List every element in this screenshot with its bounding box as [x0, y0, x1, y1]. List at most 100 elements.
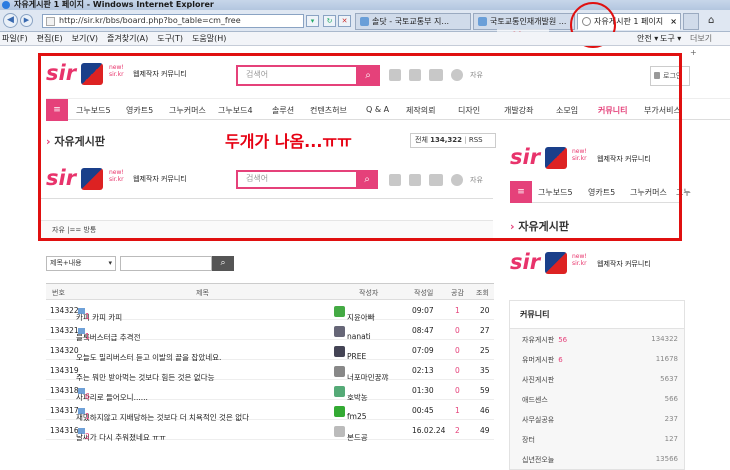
- row-title[interactable]: 날씨가 다시 추워졌네요 ㅠㅠ 2: [76, 426, 166, 442]
- col-date: 작성일: [414, 289, 434, 297]
- row-date: 02:13: [412, 366, 434, 375]
- sidebar-item-label[interactable]: 애드센스: [522, 395, 548, 405]
- menu-favorites[interactable]: 즐겨찾기(A): [107, 34, 148, 43]
- sidebar-item-label[interactable]: 사무실공유: [522, 415, 554, 425]
- menu-view[interactable]: 보기(V): [72, 34, 98, 43]
- tab-2[interactable]: 국토교통인재개발원 ...: [473, 13, 575, 30]
- tab-favicon: [360, 17, 369, 26]
- ie-icon: [2, 1, 10, 9]
- row-likes: 1: [455, 306, 460, 315]
- row-date: 09:07: [412, 306, 434, 315]
- row-title[interactable]: 블록버스터급 추격전 1: [76, 326, 140, 342]
- table-row[interactable]: 134318 사파리로 들어오니...... 6 호박농 01:30 0 59: [46, 380, 494, 402]
- address-bar[interactable]: http://sir.kr/bbs/board.php?bo_table=cm_…: [42, 14, 304, 28]
- sidebar-item-text[interactable]: 장터: [522, 436, 535, 444]
- sidebar-item-total: 566: [664, 395, 678, 403]
- sidebar-item-total: 11678: [655, 355, 678, 363]
- row-date: 16.02.24: [412, 426, 446, 435]
- table-row[interactable]: 134322 카피 카피 카피 1 지윤아빠 09:07 1 20: [46, 300, 494, 322]
- row-no: 134322: [50, 306, 79, 315]
- stop-icon[interactable]: ✕: [338, 15, 351, 27]
- sidebar-item-total: 134322: [651, 335, 678, 343]
- sidebar-item-text[interactable]: 사진게시판: [522, 376, 554, 384]
- compat-icon[interactable]: ▾: [306, 15, 319, 27]
- avatar: [334, 306, 345, 317]
- back-icon[interactable]: ◀: [3, 13, 18, 28]
- row-author[interactable]: 호박농: [334, 386, 368, 402]
- sidebar-item[interactable]: 십년전오늘 13566: [510, 449, 684, 469]
- row-views: 46: [480, 406, 490, 415]
- sidebar-item-label[interactable]: 십년전오늘: [522, 455, 554, 465]
- table-row[interactable]: 134321 블록버스터급 추격전 1 nanati 08:47 0 27: [46, 320, 494, 342]
- sidebar-item-label[interactable]: 자유게시판 56: [522, 335, 567, 345]
- side-logo-3[interactable]: sir: [510, 251, 540, 273]
- row-title[interactable]: 사파리로 들어오니...... 6: [76, 386, 148, 402]
- row-author-name[interactable]: 본드공: [347, 432, 368, 443]
- sidebar-item-label[interactable]: 유머게시판 6: [522, 355, 563, 365]
- menu-edit[interactable]: 편집(E): [37, 34, 63, 43]
- chevron-down-icon: ▾: [108, 259, 112, 267]
- forward-icon[interactable]: ▶: [20, 14, 33, 27]
- home-icon[interactable]: ⌂: [708, 15, 714, 26]
- row-likes: 0: [455, 366, 460, 375]
- safety-menu[interactable]: 안전 ▾: [637, 32, 658, 46]
- tab-label: 솔닷 - 국토교통부 지...: [372, 17, 450, 26]
- row-author[interactable]: 너포마민꿍꺄: [334, 366, 388, 382]
- board-search-button[interactable]: ⌕: [212, 256, 234, 271]
- table-row[interactable]: 134316 날씨가 다시 추워졌네요 ㅠㅠ 2 본드공 16.02.24 2 49: [46, 420, 494, 442]
- row-no: 134319: [50, 366, 79, 375]
- row-author[interactable]: nanati: [334, 326, 371, 341]
- row-no: 134318: [50, 386, 79, 395]
- board-table: 번호 제목 작성자 작성일 공감 조회 134322 카피 카피 카피 1 지윤아빠…: [46, 283, 494, 442]
- sidebar-item-label[interactable]: 장터: [522, 435, 535, 445]
- board-search-input[interactable]: [120, 256, 212, 271]
- row-author[interactable]: 본드공: [334, 426, 368, 442]
- refresh-icon[interactable]: ↻: [323, 15, 336, 27]
- sidebar-item[interactable]: 유머게시판 6 11678: [510, 349, 684, 369]
- sidebar-item-text[interactable]: 유머게시판: [522, 356, 554, 364]
- menubar: 파일(F) 편집(E) 보기(V) 즐겨찾기(A) 도구(T) 도움말(H) 안전 ▾ 도…: [0, 32, 730, 57]
- avatar: [334, 386, 345, 397]
- sidebar-item-label[interactable]: 사진게시판: [522, 375, 554, 385]
- menu-tools[interactable]: 도구(T): [157, 34, 183, 43]
- row-likes: 0: [455, 386, 460, 395]
- more-menu[interactable]: 더보기 +: [690, 32, 721, 60]
- row-date: 01:30: [412, 386, 434, 395]
- sidebar-item-text[interactable]: 십년전오늘: [522, 456, 554, 464]
- zoom-menu[interactable]: 도구 ▾: [660, 32, 681, 46]
- row-no: 134320: [50, 346, 79, 355]
- sidebar-item-total: 13566: [655, 455, 678, 463]
- sidebar-item-text[interactable]: 사무실공유: [522, 416, 554, 424]
- table-row[interactable]: 134317 재밌하지않고 지배당하는 것보다 더 치욕적인 것은 없다 1 fm2…: [46, 400, 494, 422]
- browser-toolbar: ◀ ▶ http://sir.kr/bbs/board.php?bo_table…: [0, 10, 730, 32]
- logo-domain: sir.kr: [572, 260, 587, 267]
- search-field-select[interactable]: 제목+내용 ▾: [46, 256, 116, 271]
- table-row[interactable]: 134319 주는 뭐만 받아먹는 것보다 힘든 것은 없다능 너포마민꿍꺄 02:1…: [46, 360, 494, 382]
- row-likes: 1: [455, 406, 460, 415]
- sidebar-item[interactable]: 사진게시판 5637: [510, 369, 684, 389]
- sidebar-item-total: 5637: [660, 375, 678, 383]
- menu-help[interactable]: 도움말(H): [192, 34, 226, 43]
- logo-new: new!: [572, 253, 587, 260]
- sidebar-item[interactable]: 애드센스 566: [510, 389, 684, 409]
- row-author[interactable]: fm25: [334, 406, 367, 421]
- select-value: 제목+내용: [50, 259, 82, 267]
- table-row[interactable]: 134320 오늘도 밀리버스터 듣고 이발의 끝을 잡았네요. PREE 07:09…: [46, 340, 494, 362]
- sidebar-item[interactable]: 자유게시판 56 134322: [510, 329, 684, 349]
- sidebar-item[interactable]: 장터 127: [510, 429, 684, 449]
- row-author[interactable]: PREE: [334, 346, 366, 361]
- sidebar-item[interactable]: 사무실공유 237: [510, 409, 684, 429]
- new-tab-button[interactable]: [683, 13, 699, 30]
- close-tab-icon[interactable]: ×: [670, 14, 677, 29]
- row-author[interactable]: 지윤아빠: [334, 306, 375, 322]
- row-title[interactable]: 재밌하지않고 지배당하는 것보다 더 치욕적인 것은 없다 1: [76, 406, 249, 422]
- menu-file[interactable]: 파일(F): [0, 34, 28, 43]
- sidebar-item-text[interactable]: 자유게시판: [522, 336, 554, 344]
- col-author: 작성자: [359, 289, 379, 297]
- row-title[interactable]: 카피 카피 카피 1: [76, 306, 122, 322]
- row-no: 134321: [50, 326, 79, 335]
- row-likes: 0: [455, 326, 460, 335]
- sidebar-item-text[interactable]: 애드센스: [522, 396, 548, 404]
- tab-1[interactable]: 솔닷 - 국토교통부 지...: [355, 13, 471, 30]
- col-views: 조회: [476, 289, 489, 297]
